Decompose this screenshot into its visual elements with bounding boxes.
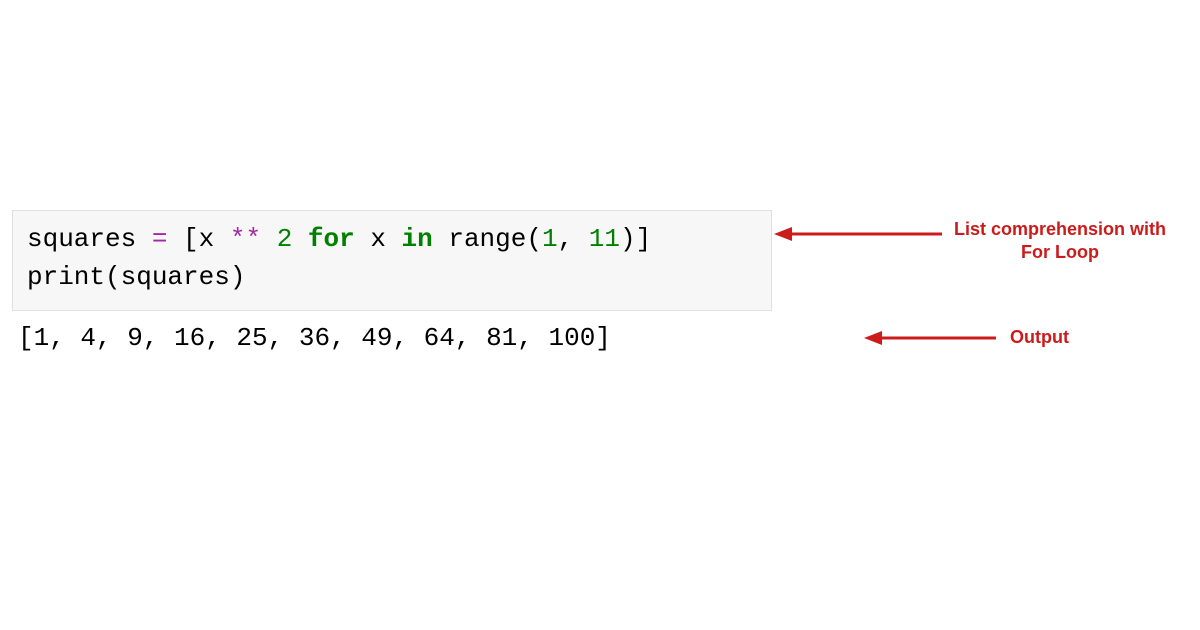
token-op-pow: ** [230, 224, 261, 254]
token-op-eq: = [152, 224, 168, 254]
token-num-1: 1 [542, 224, 558, 254]
token-space2 [292, 224, 308, 254]
token-bracket-close: )] [620, 224, 651, 254]
token-kw-in: in [402, 224, 433, 254]
annotation-list-comprehension: List comprehension with For Loop [950, 218, 1170, 263]
token-num-11: 11 [589, 224, 620, 254]
token-x: x [355, 224, 402, 254]
token-bracket-open: [x [167, 224, 229, 254]
token-space [261, 224, 277, 254]
code-line-1: squares = [x ** 2 for x in range(1, 11)] [27, 224, 651, 254]
arrow-bottom-icon [862, 328, 1002, 348]
output-text: [1, 4, 9, 16, 25, 36, 49, 64, 81, 100] [18, 320, 611, 358]
arrow-top-icon [772, 224, 952, 244]
token-var: squares [27, 224, 152, 254]
token-comma: , [558, 224, 589, 254]
annotation-output: Output [1010, 326, 1069, 349]
code-line-2: print(squares) [27, 262, 245, 292]
token-range-open: range( [433, 224, 542, 254]
code-cell: squares = [x ** 2 for x in range(1, 11)]… [12, 210, 772, 311]
token-kw-for: for [308, 224, 355, 254]
token-num-2: 2 [277, 224, 293, 254]
